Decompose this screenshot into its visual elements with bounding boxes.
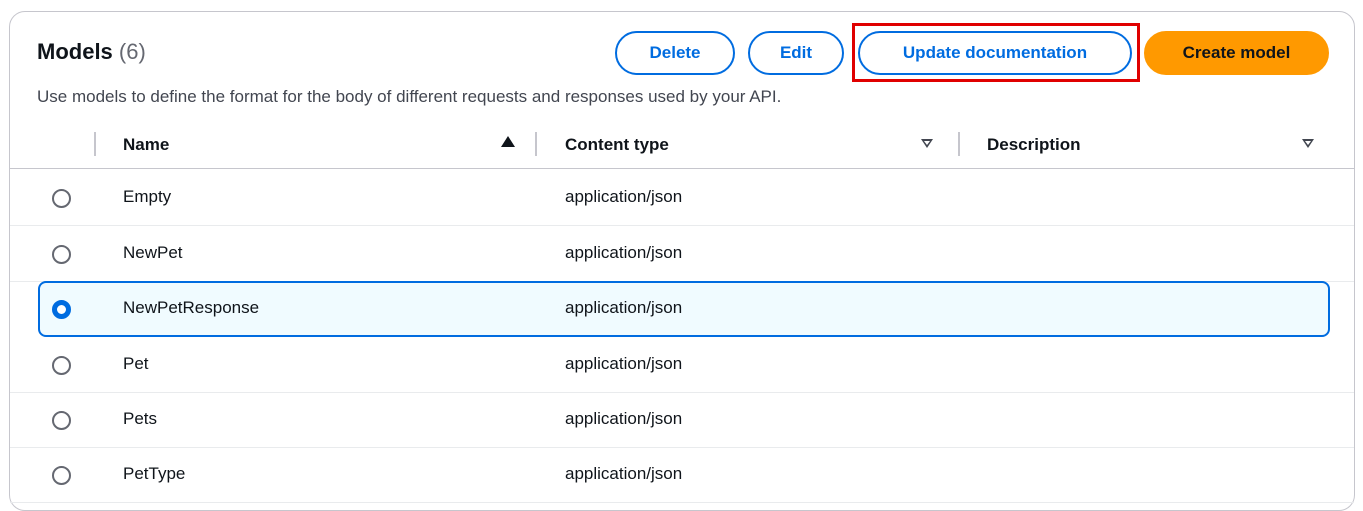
content-type: application/json xyxy=(565,354,683,373)
row-radio[interactable] xyxy=(52,245,71,264)
table-row[interactable]: PetType application/json xyxy=(10,447,1354,503)
column-header-content-type[interactable]: Content type xyxy=(565,135,669,155)
panel-header: Models (6) Delete Edit Update documentat… xyxy=(10,12,1354,106)
model-name: NewPetResponse xyxy=(123,298,260,317)
content-type: application/json xyxy=(565,298,683,317)
panel-description: Use models to define the format for the … xyxy=(37,87,782,106)
table-row[interactable]: Empty application/json xyxy=(10,170,1354,226)
title-text: Models xyxy=(37,39,113,64)
table-header: Name Content type Description xyxy=(10,122,1354,169)
table-row-selected[interactable]: NewPetResponse application/json xyxy=(38,281,1330,337)
model-name: Pet xyxy=(123,354,149,373)
content-type: application/json xyxy=(565,243,683,262)
row-radio[interactable] xyxy=(52,466,71,485)
content-type: application/json xyxy=(565,464,683,483)
table-row[interactable]: NewPet application/json xyxy=(10,226,1354,282)
model-name: NewPet xyxy=(123,243,183,262)
model-name: Pets xyxy=(123,409,158,428)
sort-descending-icon[interactable] xyxy=(1302,139,1314,148)
create-model-button[interactable]: Create model xyxy=(1144,31,1329,75)
table-row[interactable]: Pets application/json xyxy=(10,392,1354,448)
page-title: Models (6) xyxy=(37,39,146,65)
content-type: application/json xyxy=(565,187,683,206)
content-type: application/json xyxy=(565,409,683,428)
table-row[interactable]: Pet application/json xyxy=(10,337,1354,393)
highlight-annotation xyxy=(852,23,1140,82)
column-separator xyxy=(535,132,537,156)
edit-button[interactable]: Edit xyxy=(748,31,844,75)
column-header-name[interactable]: Name xyxy=(123,135,169,155)
item-count: (6) xyxy=(118,39,146,64)
column-separator xyxy=(94,132,96,156)
column-separator xyxy=(958,132,960,156)
model-name: PetType xyxy=(123,464,186,483)
row-radio[interactable] xyxy=(52,356,71,375)
sort-descending-icon[interactable] xyxy=(921,139,933,148)
sort-ascending-icon[interactable] xyxy=(501,136,515,147)
delete-button[interactable]: Delete xyxy=(615,31,735,75)
column-header-description[interactable]: Description xyxy=(987,135,1081,155)
model-name: Empty xyxy=(123,187,172,206)
row-radio-checked[interactable] xyxy=(52,300,71,319)
row-radio[interactable] xyxy=(52,189,71,208)
models-panel: Models (6) Delete Edit Update documentat… xyxy=(9,11,1355,511)
row-radio[interactable] xyxy=(52,411,71,430)
